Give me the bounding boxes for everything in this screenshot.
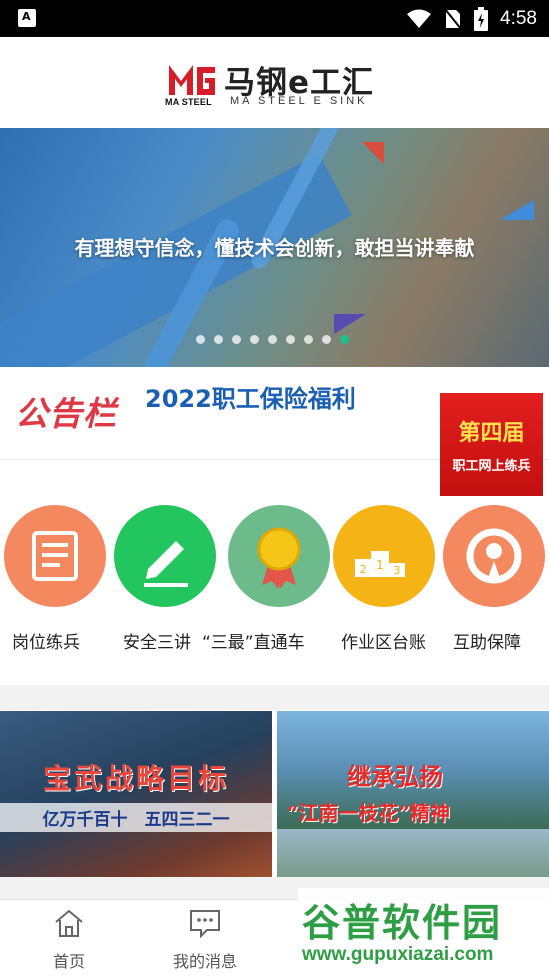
svg-text:1: 1	[376, 558, 384, 572]
watermark-title: 谷普软件园	[302, 901, 503, 945]
carousel-dot[interactable]	[214, 335, 223, 344]
nav-home-label: 首页	[52, 952, 85, 971]
medal-icon	[228, 505, 330, 607]
factory-image	[277, 829, 549, 877]
carousel-dot[interactable]	[196, 335, 205, 344]
carousel-dot[interactable]	[304, 335, 313, 344]
svg-text:3: 3	[394, 564, 401, 577]
watermark-url: www.gupuxiazai.com	[302, 944, 494, 965]
feature-safety-talks[interactable]	[114, 505, 218, 607]
promo-left-subtitle: 亿万千百十 五四三二一	[0, 803, 272, 832]
carousel-indicators	[196, 335, 349, 344]
notice-board-logo: 公告栏	[15, 394, 117, 433]
promo-strategy-banner[interactable]: 宝武战略目标 亿万千百十 五四三二一	[0, 711, 272, 877]
logo-mark-text: MA STEEL	[165, 97, 212, 107]
status-bar: 4:58	[0, 0, 549, 37]
feature-job-training[interactable]	[4, 505, 108, 607]
carousel-dot-active[interactable]	[340, 335, 349, 344]
badge-subtitle: 职工网上练兵	[452, 459, 531, 474]
notice-headline[interactable]: 2022职工保险福利	[145, 379, 356, 414]
feature-label-direct-train: “三最”直通车	[202, 633, 305, 653]
shield-person-icon	[443, 505, 545, 607]
section-divider	[0, 685, 549, 710]
carousel-dot[interactable]	[250, 335, 259, 344]
site-watermark: 谷普软件园 www.gupuxiazai.com	[298, 888, 549, 976]
carousel-dot[interactable]	[322, 335, 331, 344]
podium-icon: 1 2 3	[333, 505, 435, 607]
carousel-dot[interactable]	[286, 335, 295, 344]
promo-spirit-banner[interactable]: 继承弘扬 “江南一枝花”精神	[277, 711, 549, 877]
no-sim-icon	[444, 7, 462, 30]
feature-label-job-training: 岗位练兵	[12, 633, 80, 653]
nav-messages[interactable]: 我的消息	[165, 908, 245, 972]
clock: 4:58	[500, 7, 537, 29]
battery-charging-icon	[474, 6, 489, 31]
promo-left-title: 宝武战略目标	[42, 762, 229, 795]
nav-messages-label: 我的消息	[172, 952, 237, 971]
promo-right-title: 继承弘扬	[347, 762, 443, 791]
svg-text:2: 2	[360, 563, 367, 576]
wifi-icon	[407, 9, 432, 28]
pencil-icon	[114, 505, 216, 607]
app-logo-subtitle: MA STEEL E SINK	[230, 95, 368, 107]
app-header: MA STEEL 马钢e工汇 MA STEEL E SINK	[0, 37, 549, 128]
carousel-dot[interactable]	[268, 335, 277, 344]
feature-label-safety-talks: 安全三讲	[123, 633, 191, 653]
scroll-icon	[4, 505, 106, 607]
carousel-dot[interactable]	[232, 335, 241, 344]
feature-label-work-ledger: 作业区台账	[341, 633, 426, 653]
feature-direct-train[interactable]	[228, 505, 332, 607]
badge-title: 第四届	[458, 420, 525, 446]
feature-label-mutual-aid: 互助保障	[453, 633, 521, 653]
feature-work-ledger[interactable]: 1 2 3	[333, 505, 437, 607]
promo-right-subtitle: “江南一枝花”精神	[287, 801, 451, 825]
home-icon	[55, 909, 83, 937]
nav-home[interactable]: 首页	[29, 908, 109, 972]
notice-bar[interactable]: 公告栏 2022职工保险福利 第四届 职工网上练兵	[0, 367, 549, 496]
banner-slogan: 有理想守信念，懂技术会创新，敢担当讲奉献	[74, 236, 475, 260]
message-icon	[190, 910, 220, 939]
notification-icon	[18, 9, 36, 27]
feature-mutual-aid[interactable]	[443, 505, 547, 607]
banner-carousel[interactable]: 有理想守信念，懂技术会创新，敢担当讲奉献	[0, 128, 549, 367]
training-promo-badge[interactable]: 第四届 职工网上练兵	[440, 393, 543, 496]
